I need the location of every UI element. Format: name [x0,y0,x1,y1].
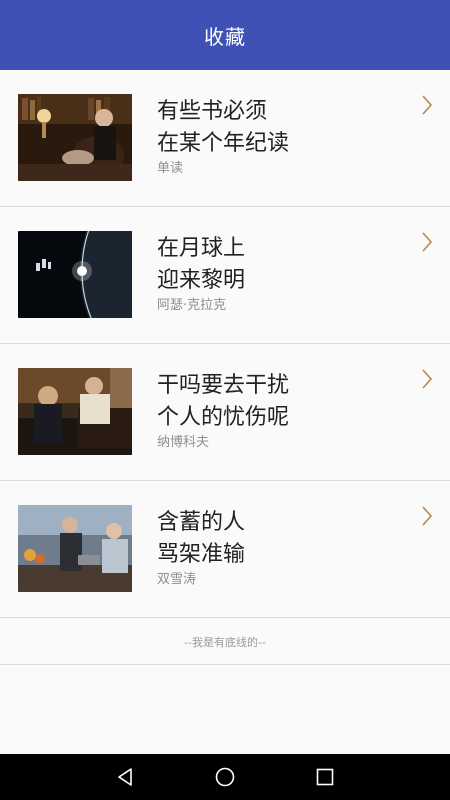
article-thumbnail [18,94,132,181]
favorites-list: 有些书必须 在某个年纪读 单读 在月球上 迎来黎明 阿瑟·克拉克 干吗要去干扰 … [0,70,450,618]
chevron-right-icon[interactable] [418,505,436,527]
item-title-line1: 含蓄的人 [157,510,246,535]
chevron-right-icon[interactable] [418,368,436,390]
end-of-list-note: --我是有底线的-- [0,619,450,665]
item-title-line2: 个人的忧伤呢 [157,405,290,430]
item-author: 双雪涛 [157,572,197,587]
chevron-right-icon[interactable] [418,94,436,116]
item-author: 阿瑟·克拉克 [157,298,227,313]
item-title-line1: 干吗要去干扰 [157,373,290,398]
item-text: 干吗要去干扰 个人的忧伤呢 纳博科夫 [157,370,407,452]
app-bar: 收藏 [0,0,450,70]
item-title-line1: 有些书必须 [157,99,268,124]
page-title: 收藏 [204,24,246,49]
item-title-line2: 迎来黎明 [157,268,246,293]
app-root: 收藏 有些书必须 在某个年纪读 单读 在月球上 迎来黎明 阿瑟·克拉克 干吗要去… [0,0,450,800]
item-title-line2: 骂架准输 [157,542,246,567]
bar-scene-image [18,505,132,592]
home-icon[interactable] [213,765,237,789]
chevron-right-icon[interactable] [418,231,436,253]
item-title-line1: 在月球上 [157,236,246,261]
item-text: 含蓄的人 骂架准输 双雪涛 [157,507,407,589]
list-item[interactable]: 有些书必须 在某个年纪读 单读 [0,70,450,207]
back-icon[interactable] [113,765,137,789]
article-thumbnail [18,505,132,592]
item-title-line2: 在某个年纪读 [157,131,290,156]
item-author: 纳博科夫 [157,435,210,450]
system-nav-bar [0,754,450,800]
list-item[interactable]: 干吗要去干扰 个人的忧伤呢 纳博科夫 [0,344,450,481]
item-author: 单读 [157,161,184,176]
library-reader-image [18,94,132,181]
space-image [18,231,132,318]
list-item[interactable]: 在月球上 迎来黎明 阿瑟·克拉克 [0,207,450,344]
article-thumbnail [18,368,132,455]
item-text: 在月球上 迎来黎明 阿瑟·克拉克 [157,233,407,315]
item-text: 有些书必须 在某个年纪读 单读 [157,96,407,178]
recents-icon[interactable] [313,765,337,789]
piano-image [18,368,132,455]
article-thumbnail [18,231,132,318]
list-item[interactable]: 含蓄的人 骂架准输 双雪涛 [0,481,450,618]
